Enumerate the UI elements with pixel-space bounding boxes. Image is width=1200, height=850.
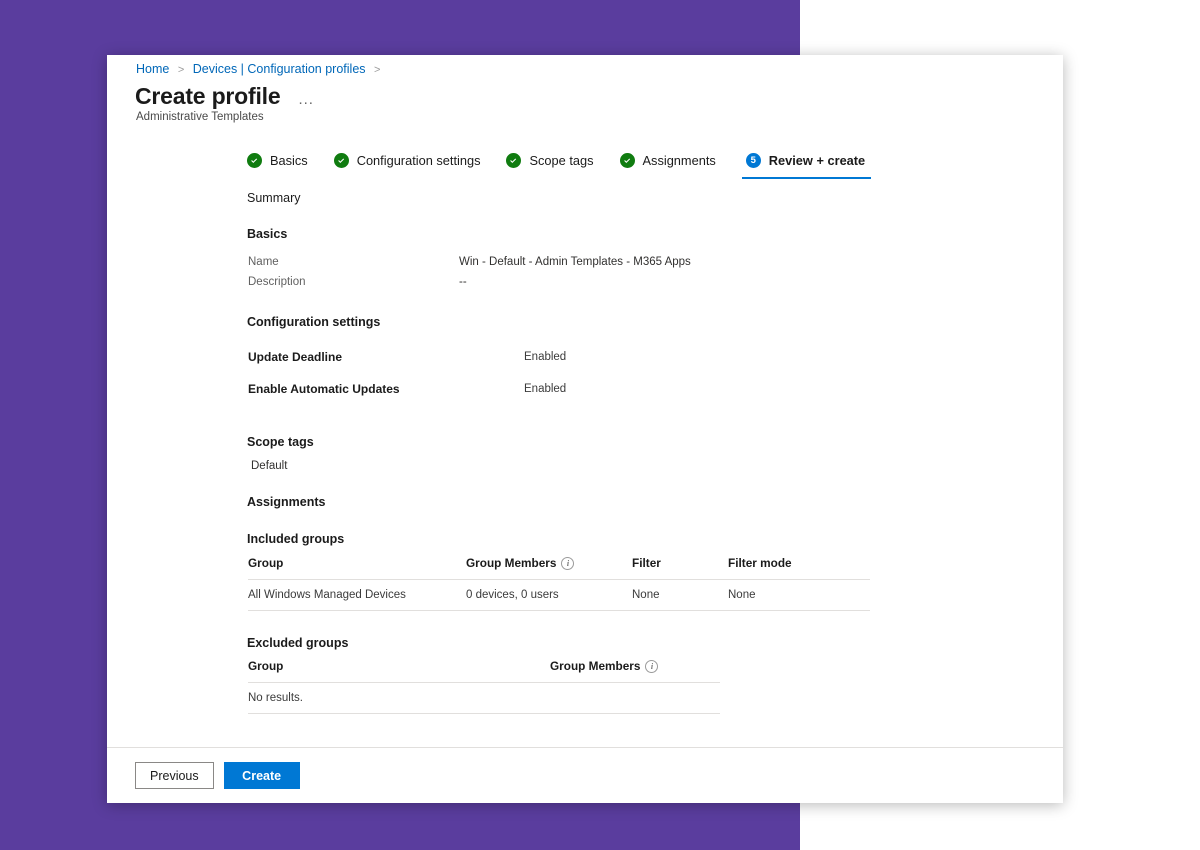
included-groups-heading: Included groups — [247, 532, 345, 546]
cell-group: All Windows Managed Devices — [248, 579, 466, 612]
basics-name-value: Win - Default - Admin Templates - M365 A… — [459, 256, 691, 268]
tab-label: Assignments — [642, 153, 716, 168]
panel-body: Home > Devices | Configuration profiles … — [107, 55, 1063, 747]
step-number-badge: 5 — [745, 153, 761, 168]
basics-heading: Basics — [247, 227, 288, 241]
breadcrumb: Home > Devices | Configuration profiles … — [136, 62, 385, 76]
column-header-group-members: Group Members i — [466, 556, 632, 581]
empty-state-message: No results. — [248, 682, 720, 715]
check-circle-icon — [619, 153, 635, 168]
tab-label: Configuration settings — [356, 153, 481, 168]
previous-button[interactable]: Previous — [135, 762, 214, 789]
tab-assignments[interactable]: Assignments — [619, 153, 716, 179]
page-title: Create profile — [135, 83, 281, 109]
create-button[interactable]: Create — [223, 762, 300, 789]
tab-label: Basics — [270, 153, 308, 168]
check-circle-icon — [333, 153, 349, 168]
table-row: All Windows Managed Devices 0 devices, 0… — [248, 579, 870, 612]
check-circle-icon — [247, 153, 262, 168]
page-subtitle: Administrative Templates — [136, 111, 264, 123]
breadcrumb-separator: > — [374, 64, 381, 76]
cell-filter-mode: None — [728, 579, 870, 612]
cell-group-members: 0 devices, 0 users — [466, 579, 632, 612]
tab-review-create[interactable]: 5 Review + create — [741, 153, 872, 179]
tab-label: Review + create — [768, 153, 866, 168]
table-header-row: Group Group Members i — [248, 659, 720, 684]
summary-content: Summary Basics Name Win - Default - Admi… — [107, 183, 1063, 747]
column-header-group: Group — [248, 659, 550, 684]
scope-tags-heading: Scope tags — [247, 435, 314, 449]
check-circle-icon — [506, 153, 522, 168]
tab-scope-tags[interactable]: Scope tags — [506, 153, 594, 179]
tab-label: Scope tags — [529, 153, 594, 168]
excluded-groups-table: Group Group Members i No results. — [248, 659, 720, 715]
breadcrumb-item-devices[interactable]: Devices | Configuration profiles — [193, 62, 366, 76]
breadcrumb-item-home[interactable]: Home — [136, 62, 169, 76]
wizard-steps: Basics Configuration settings Scope tags… — [247, 153, 872, 179]
setting-label-enable-automatic-updates: Enable Automatic Updates — [248, 382, 400, 396]
column-header-label: Group Members — [466, 556, 557, 570]
column-header-label: Group Members — [550, 659, 641, 673]
panel-footer: Previous Create — [107, 747, 1063, 803]
table-header-row: Group Group Members i Filter Filter mode — [248, 556, 870, 581]
tab-basics[interactable]: Basics — [247, 153, 308, 179]
column-header-group-members: Group Members i — [550, 659, 720, 684]
setting-value-enable-automatic-updates: Enabled — [524, 383, 567, 395]
info-icon[interactable]: i — [645, 660, 659, 674]
basics-description-label: Description — [248, 276, 306, 288]
title-row: Create profile ... — [135, 83, 314, 110]
summary-heading: Summary — [247, 191, 301, 205]
table-row: No results. — [248, 682, 720, 715]
column-header-group: Group — [248, 556, 466, 581]
setting-value-update-deadline: Enabled — [524, 351, 567, 363]
basics-name-label: Name — [248, 256, 279, 268]
info-icon[interactable]: i — [561, 557, 575, 571]
basics-description-value: -- — [459, 276, 467, 288]
assignments-heading: Assignments — [247, 495, 326, 509]
more-options-icon[interactable]: ... — [298, 92, 314, 107]
setting-label-update-deadline: Update Deadline — [248, 350, 343, 364]
scope-tag-value: Default — [251, 460, 288, 472]
breadcrumb-separator: > — [177, 64, 185, 76]
column-header-filter: Filter — [632, 556, 728, 581]
create-profile-panel: Home > Devices | Configuration profiles … — [107, 55, 1063, 803]
included-groups-table: Group Group Members i Filter Filter mode … — [248, 556, 870, 612]
column-header-filter-mode: Filter mode — [728, 556, 870, 581]
excluded-groups-heading: Excluded groups — [247, 636, 349, 650]
configuration-settings-heading: Configuration settings — [247, 315, 381, 329]
tab-configuration-settings[interactable]: Configuration settings — [333, 153, 481, 179]
cell-filter: None — [632, 579, 728, 612]
